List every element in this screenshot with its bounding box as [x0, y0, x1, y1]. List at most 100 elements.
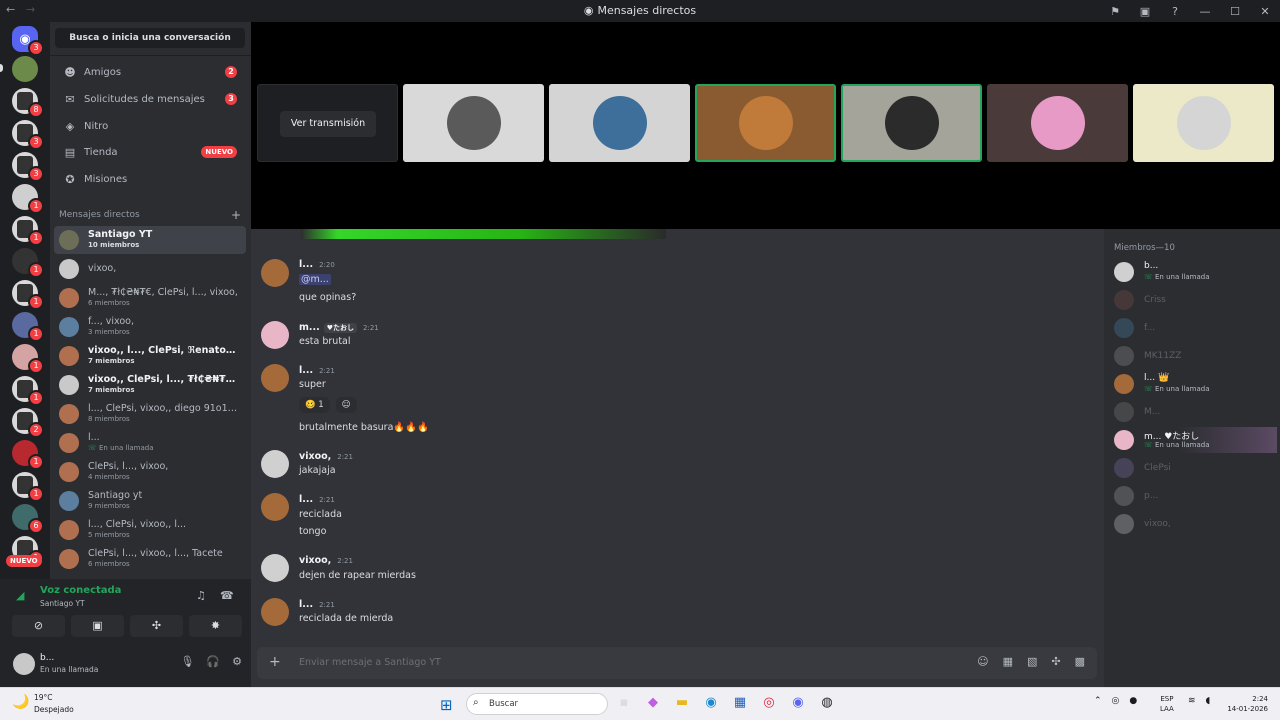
microphone-icon[interactable]: 🎙 — [180, 655, 194, 668]
dm-item[interactable]: vixoo,, l..., ClePsi, ℜenato, MK... 7 mi… — [54, 342, 246, 370]
message-author[interactable]: m... ♥たおし 2:21 — [299, 322, 379, 333]
avatar[interactable] — [261, 554, 289, 582]
settings-gear-icon[interactable]: ⚙ — [232, 655, 242, 668]
participant-tile[interactable] — [695, 84, 836, 162]
add-reaction-icon[interactable]: ☺ — [335, 397, 357, 413]
nav-nitro[interactable]: ◈ Nitro — [56, 114, 245, 138]
disconnect-icon[interactable]: ☎ — [220, 589, 234, 602]
member-item[interactable]: p... — [1112, 483, 1277, 509]
weather-moon-icon[interactable]: 🌙 — [12, 694, 29, 710]
message-author[interactable]: l... 2:21 — [299, 494, 335, 505]
sticker-icon[interactable]: ▧ — [1027, 655, 1037, 668]
message-author[interactable]: vixoo, 2:21 — [299, 451, 353, 462]
gift-icon[interactable]: ☺ — [977, 655, 988, 668]
member-item[interactable]: f... — [1112, 315, 1277, 341]
dm-item[interactable]: l..., ClePsi, vixoo,, diego 91o10, ... 8… — [54, 400, 246, 428]
dm-item[interactable]: ClePsi, l..., vixoo, 4 miembros — [54, 458, 246, 486]
dm-item[interactable]: ClePsi, l..., vixoo,, l..., Tacete 6 mie… — [54, 545, 246, 573]
avatar[interactable] — [261, 450, 289, 478]
help-icon[interactable]: ? — [1160, 5, 1190, 18]
member-item[interactable]: MK11ZZ — [1112, 343, 1277, 369]
avatar[interactable] — [261, 364, 289, 392]
connection-signal-icon[interactable]: ◢ — [16, 589, 24, 602]
dm-item[interactable]: f..., vixoo, 3 miembros — [54, 313, 246, 341]
maximize-button[interactable]: ☐ — [1220, 5, 1250, 18]
dm-item[interactable]: Santiago YT 10 miembros — [54, 226, 246, 254]
watch-stream-button[interactable]: Ver transmisión — [280, 111, 376, 137]
nav-friends[interactable]: ☻ Amigos 2 — [56, 60, 245, 84]
camera-off-button[interactable]: ⊘ — [12, 615, 65, 637]
emoji-icon[interactable]: ▩ — [1075, 655, 1085, 668]
screen-icon[interactable]: ▣ — [1130, 5, 1160, 18]
microphone-icon[interactable]: ● — [1129, 696, 1137, 706]
avatar[interactable] — [261, 493, 289, 521]
apps-icon[interactable]: ✣ — [1051, 655, 1060, 668]
activities-button[interactable]: ✣ — [130, 615, 183, 637]
gif-icon[interactable]: ▦ — [1003, 655, 1013, 668]
clock[interactable]: 2:24 14-01-2026 — [1222, 694, 1268, 714]
reaction-pill[interactable]: 🥴 1 — [299, 397, 330, 413]
discord-taskbar-icon[interactable]: ◉ — [790, 695, 806, 710]
noise-suppression-icon[interactable]: ♫ — [196, 589, 206, 602]
member-item[interactable]: b... En una llamada — [1112, 259, 1277, 285]
inbox-icon[interactable]: ⚑ — [1100, 5, 1130, 18]
message-author[interactable]: l... 2:21 — [299, 365, 335, 376]
participant-tile[interactable] — [841, 84, 982, 162]
stream-tile[interactable]: Ver transmisión — [257, 84, 398, 162]
member-item[interactable]: vixoo, — [1112, 511, 1277, 537]
member-item[interactable]: m... ♥たおし En una llamada — [1112, 427, 1277, 453]
image-attachment[interactable] — [301, 229, 666, 239]
server-icon[interactable] — [12, 56, 38, 82]
dm-item[interactable]: l... En una llamada — [54, 429, 246, 457]
headphones-icon[interactable]: 🎧 — [206, 655, 220, 668]
store-icon[interactable]: ▦ — [732, 695, 748, 710]
voice-channel[interactable]: Santiago YT — [40, 599, 85, 608]
dm-item[interactable]: vixoo, — [54, 255, 246, 283]
member-item[interactable]: Criss — [1112, 287, 1277, 313]
file-explorer-icon[interactable]: ▬ — [674, 695, 690, 710]
dm-item[interactable]: M..., ₮ł₵₴₦₮€, ClePsi, l..., vixoo, 6 mi… — [54, 284, 246, 312]
nav-quests[interactable]: ✪ Misiones — [56, 167, 245, 191]
avatar[interactable] — [261, 259, 289, 287]
participant-tile[interactable] — [403, 84, 544, 162]
attach-plus-icon[interactable]: + — [269, 654, 281, 670]
chevron-up-icon[interactable]: ⌃ — [1094, 696, 1102, 706]
new-dm-plus-icon[interactable]: + — [231, 208, 241, 222]
find-conversation-button[interactable]: Busca o inicia una conversación — [55, 28, 245, 48]
participant-tile[interactable] — [549, 84, 690, 162]
message-author[interactable]: l... 2:21 — [299, 599, 335, 610]
message-author[interactable]: vixoo, 2:21 — [299, 555, 353, 566]
security-icon[interactable]: ◎ — [1112, 696, 1120, 706]
avatar[interactable] — [261, 321, 289, 349]
volume-icon[interactable]: ◖ — [1206, 696, 1211, 706]
member-item[interactable]: M... — [1112, 399, 1277, 425]
taskbar-search[interactable]: ⌕ Buscar — [466, 693, 608, 715]
dm-item[interactable]: vixoo,, ClePsi, l..., ₮ł₵₴₦₮€, p... 7 mi… — [54, 371, 246, 399]
message-author[interactable]: l... 2:20 — [299, 259, 335, 270]
task-view-icon[interactable]: ▪ — [616, 695, 632, 710]
member-item[interactable]: ClePsi — [1112, 455, 1277, 481]
wifi-icon[interactable]: ≋ — [1188, 696, 1196, 706]
participant-tile[interactable] — [987, 84, 1128, 162]
nav-shop[interactable]: ▤ Tienda NUEVO — [56, 140, 245, 164]
windows-start-icon[interactable]: ⊞ — [440, 696, 453, 714]
mention[interactable]: @m... — [299, 274, 331, 285]
avatar[interactable] — [261, 598, 289, 626]
dm-item[interactable]: Santiago yt 9 miembros — [54, 487, 246, 515]
share-screen-button[interactable]: ▣ — [71, 615, 124, 637]
nav-message-requests[interactable]: ✉ Solicitudes de mensajes 3 — [56, 87, 245, 111]
message-composer[interactable]: + Enviar mensaje a Santiago YT ☺ ▦ ▧ ✣ ▩ — [257, 647, 1097, 679]
minimize-button[interactable]: — — [1190, 5, 1220, 18]
edge-browser-icon[interactable]: ◉ — [703, 695, 719, 710]
language-indicator[interactable]: ESP LAA — [1160, 694, 1174, 714]
close-button[interactable]: ✕ — [1250, 5, 1280, 18]
message-input[interactable]: Enviar mensaje a Santiago YT — [299, 657, 441, 668]
media-player-icon[interactable]: ◎ — [761, 695, 777, 710]
user-panel[interactable]: b... En una llamada 🎙 🎧 ⚙ — [10, 651, 246, 681]
dm-item[interactable]: l..., ClePsi, vixoo,, l... 5 miembros — [54, 516, 246, 544]
soundboard-button[interactable]: ✸ — [189, 615, 242, 637]
app-icon[interactable]: ◍ — [819, 695, 835, 710]
participant-tile[interactable] — [1133, 84, 1274, 162]
copilot-icon[interactable]: ◆ — [645, 695, 661, 710]
member-item[interactable]: l... 👑 En una llamada — [1112, 371, 1277, 397]
